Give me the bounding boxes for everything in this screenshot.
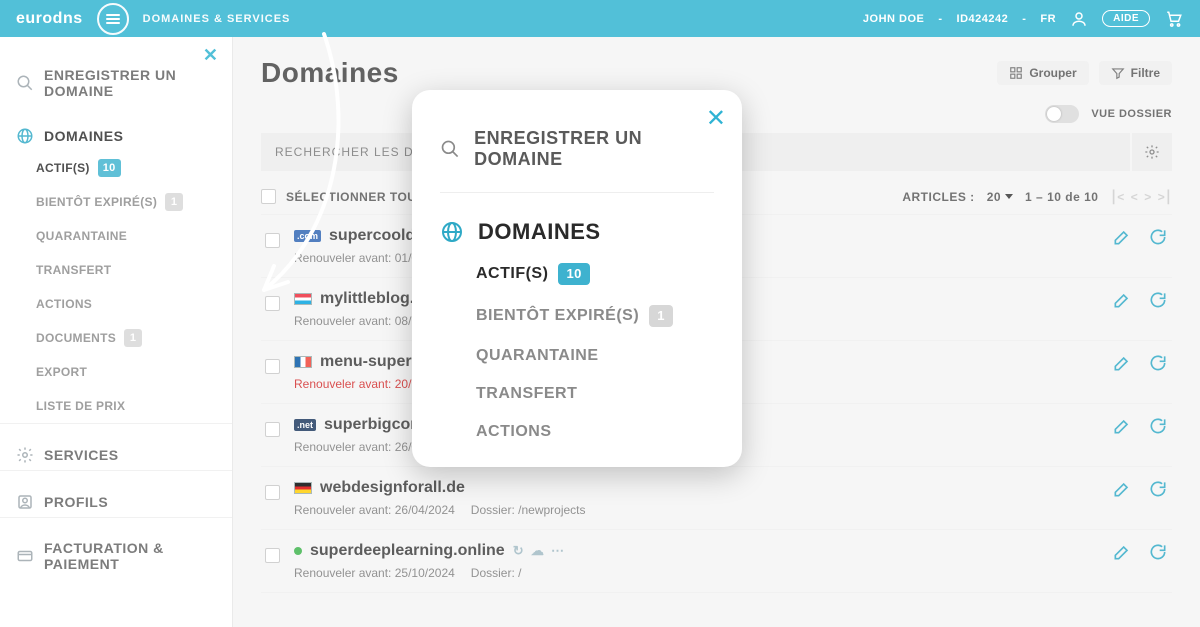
page-next-icon[interactable]: >	[1144, 190, 1152, 204]
row-mini-icons: ↻ ☁ ⋯	[513, 543, 564, 559]
sidebar-register-domain[interactable]: ENREGISTRER UN DOMAINE	[0, 45, 232, 105]
lang[interactable]: FR	[1040, 13, 1056, 25]
refresh-icon[interactable]	[1148, 479, 1168, 499]
status-dot-icon	[294, 547, 302, 555]
refresh-icon[interactable]	[1148, 353, 1168, 373]
topbar: eurodns DOMAINES & SERVICES JOHN DOE - I…	[0, 0, 1200, 37]
search-settings-button[interactable]	[1132, 133, 1172, 171]
edit-icon[interactable]	[1112, 542, 1132, 562]
domain-name: webdesignforall.de	[320, 479, 465, 497]
edit-icon[interactable]	[1112, 227, 1132, 247]
sidebar-sub-actions[interactable]: ACTIONS	[0, 287, 232, 321]
filtre-button[interactable]: Filtre	[1099, 61, 1172, 85]
edit-icon[interactable]	[1112, 353, 1132, 373]
popout-close-icon[interactable]: ✕	[706, 104, 726, 133]
help-button[interactable]: AIDE	[1102, 10, 1150, 27]
gear-icon	[16, 446, 34, 464]
sidebar-sub-transfert[interactable]: TRANSFERT	[0, 253, 232, 287]
edit-icon[interactable]	[1112, 479, 1132, 499]
page-title: Domaines	[261, 57, 399, 89]
flag-icon	[294, 293, 312, 305]
badge-actifs: 10	[98, 159, 121, 177]
flag-icon	[294, 482, 312, 494]
row-dossier: Dossier: /	[471, 566, 522, 580]
row-dossier: Dossier: /newprojects	[471, 503, 586, 517]
tld-chip: .net	[294, 419, 316, 431]
sidebar-sub-liste-prix[interactable]: LISTE DE PRIX	[0, 389, 232, 423]
search-icon	[16, 74, 34, 92]
sidebar-sub-export[interactable]: EXPORT	[0, 355, 232, 389]
pager-range: 1 – 10 de 10	[1025, 190, 1098, 204]
nav-popout: ✕ ENREGISTRER UN DOMAINE DOMAINES ACTIF(…	[412, 90, 742, 467]
popout-register[interactable]: ENREGISTRER UN DOMAINE	[440, 120, 714, 178]
row-checkbox[interactable]	[265, 485, 280, 500]
sidebar-sub-actifs[interactable]: ACTIF(S) 10	[0, 151, 232, 185]
sidebar-sub-quarantaine[interactable]: QUARANTAINE	[0, 219, 232, 253]
select-all-label: SÉLECTIONNER TOUT	[286, 190, 424, 204]
page-size-select[interactable]: 20	[987, 190, 1013, 204]
edit-icon[interactable]	[1112, 416, 1132, 436]
badge-bientot: 1	[165, 193, 183, 211]
popout-sub-actions[interactable]: ACTIONS	[440, 413, 714, 451]
popout-sub-transfert[interactable]: TRANSFERT	[440, 375, 714, 413]
brand: eurodns	[16, 10, 83, 28]
row-checkbox[interactable]	[265, 296, 280, 311]
sidebar-close-icon[interactable]: ✕	[203, 45, 218, 66]
table-row[interactable]: superdeeplearning.online ↻ ☁ ⋯ Renouveler…	[261, 530, 1172, 593]
popout-sub-bientot[interactable]: BIENTÔT EXPIRÉ(S) 1	[440, 295, 714, 337]
hamburger-button[interactable]	[97, 3, 129, 35]
select-all-checkbox[interactable]	[261, 189, 276, 204]
globe-icon	[16, 127, 34, 145]
account-icon[interactable]	[1070, 10, 1088, 28]
tld-chip: .com	[294, 230, 321, 242]
page-prev-icon[interactable]: <	[1131, 190, 1139, 204]
hamburger-icon	[106, 14, 120, 24]
row-renew: Renouveler avant: 25/10/2024	[294, 566, 455, 580]
user-name: JOHN DOE	[863, 13, 924, 25]
row-checkbox[interactable]	[265, 233, 280, 248]
profile-icon	[16, 493, 34, 511]
filter-icon	[1111, 66, 1125, 80]
vue-dossier-toggle[interactable]	[1045, 105, 1079, 123]
group-icon	[1009, 66, 1023, 80]
domain-name: superdeeplearning.online	[310, 542, 505, 560]
row-checkbox[interactable]	[265, 548, 280, 563]
row-renew: Renouveler avant: 26/04/2024	[294, 503, 455, 517]
grouper-button[interactable]: Grouper	[997, 61, 1088, 85]
row-checkbox[interactable]	[265, 422, 280, 437]
refresh-icon[interactable]	[1148, 542, 1168, 562]
gear-icon	[1144, 144, 1160, 160]
sidebar-item-domaines[interactable]: DOMAINES	[0, 105, 232, 151]
row-checkbox[interactable]	[265, 359, 280, 374]
page-first-icon[interactable]: ⎮<	[1110, 190, 1124, 204]
sidebar-item-facturation[interactable]: FACTURATION & PAIEMENT	[0, 517, 232, 578]
refresh-icon[interactable]	[1148, 290, 1168, 310]
popout-domaines[interactable]: DOMAINES	[440, 211, 714, 253]
user-id: ID424242	[957, 13, 1009, 25]
popout-sub-quarantaine[interactable]: QUARANTAINE	[440, 337, 714, 375]
globe-icon	[440, 220, 464, 244]
page-last-icon[interactable]: >⎮	[1158, 190, 1172, 204]
sidebar-sub-bientot[interactable]: BIENTÔT EXPIRÉ(S) 1	[0, 185, 232, 219]
sidebar-item-profils[interactable]: PROFILS	[0, 470, 232, 517]
breadcrumb: DOMAINES & SERVICES	[143, 13, 291, 25]
edit-icon[interactable]	[1112, 290, 1132, 310]
billing-icon	[16, 547, 34, 565]
flag-icon	[294, 356, 312, 368]
chevron-down-icon	[1005, 194, 1013, 199]
sidebar: ✕ ENREGISTRER UN DOMAINE DOMAINES ACTIF(…	[0, 37, 233, 627]
sidebar-item-services[interactable]: SERVICES	[0, 423, 232, 470]
cart-icon[interactable]	[1164, 10, 1184, 28]
popout-sub-actifs[interactable]: ACTIF(S) 10	[440, 253, 714, 295]
search-icon	[440, 138, 460, 160]
sidebar-sub-documents[interactable]: DOCUMENTS 1	[0, 321, 232, 355]
refresh-icon[interactable]	[1148, 416, 1168, 436]
vue-dossier-label: VUE DOSSIER	[1091, 108, 1172, 120]
refresh-icon[interactable]	[1148, 227, 1168, 247]
badge-documents: 1	[124, 329, 142, 347]
table-row[interactable]: webdesignforall.de Renouveler avant: 26/…	[261, 467, 1172, 530]
